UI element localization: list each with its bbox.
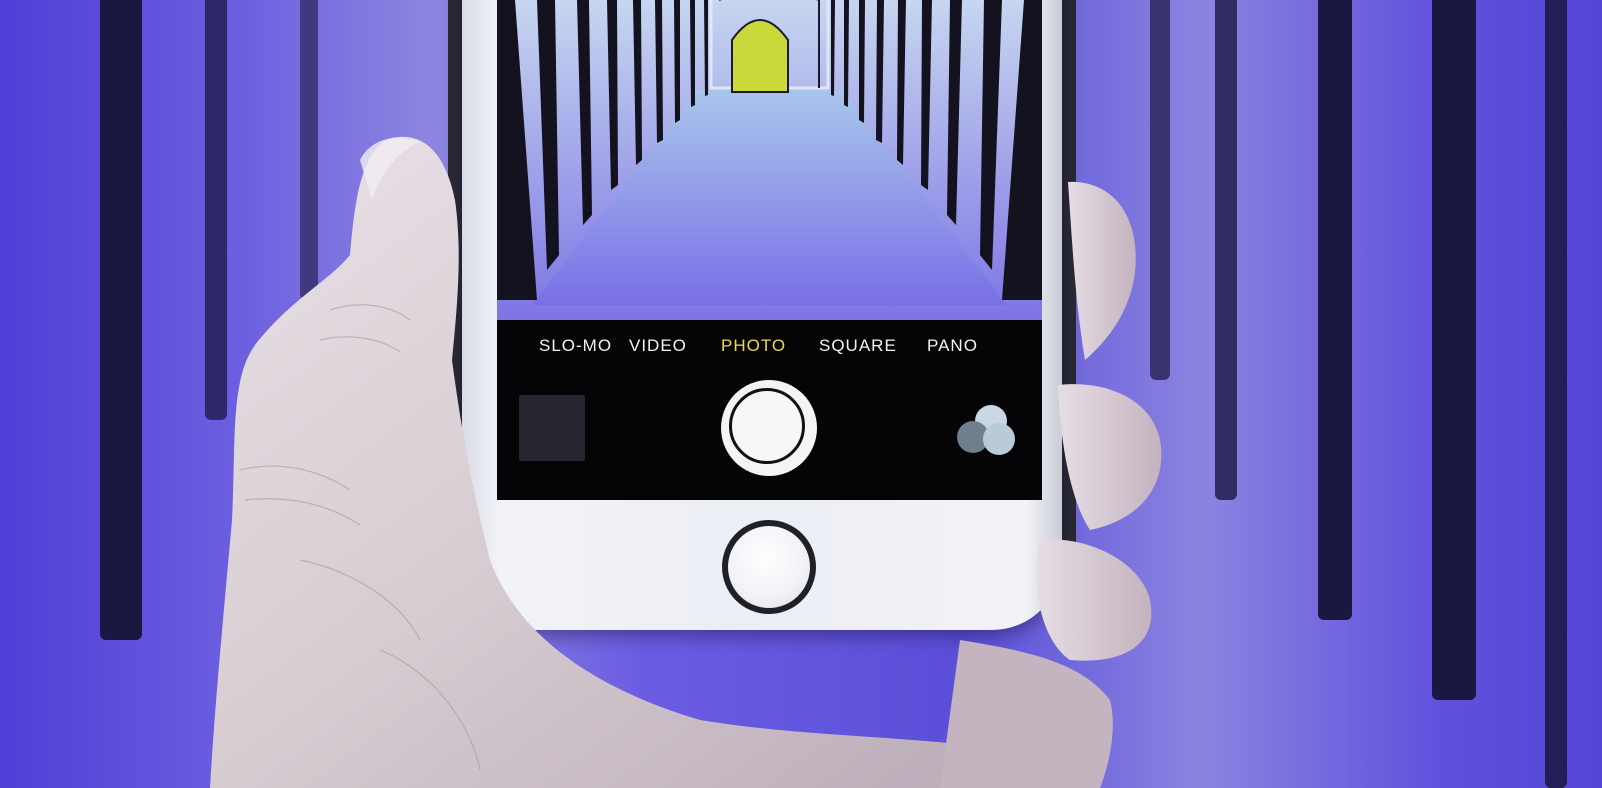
- photo-scene: SLO-MO VIDEO PHOTO SQUARE PANO: [0, 0, 1602, 788]
- finger-top: [1068, 181, 1136, 360]
- thumb-and-palm: [210, 136, 1080, 788]
- finger-middle: [1058, 384, 1162, 530]
- hand: [210, 136, 1162, 788]
- hand-base-right: [940, 640, 1113, 788]
- finger-lower: [1036, 539, 1152, 661]
